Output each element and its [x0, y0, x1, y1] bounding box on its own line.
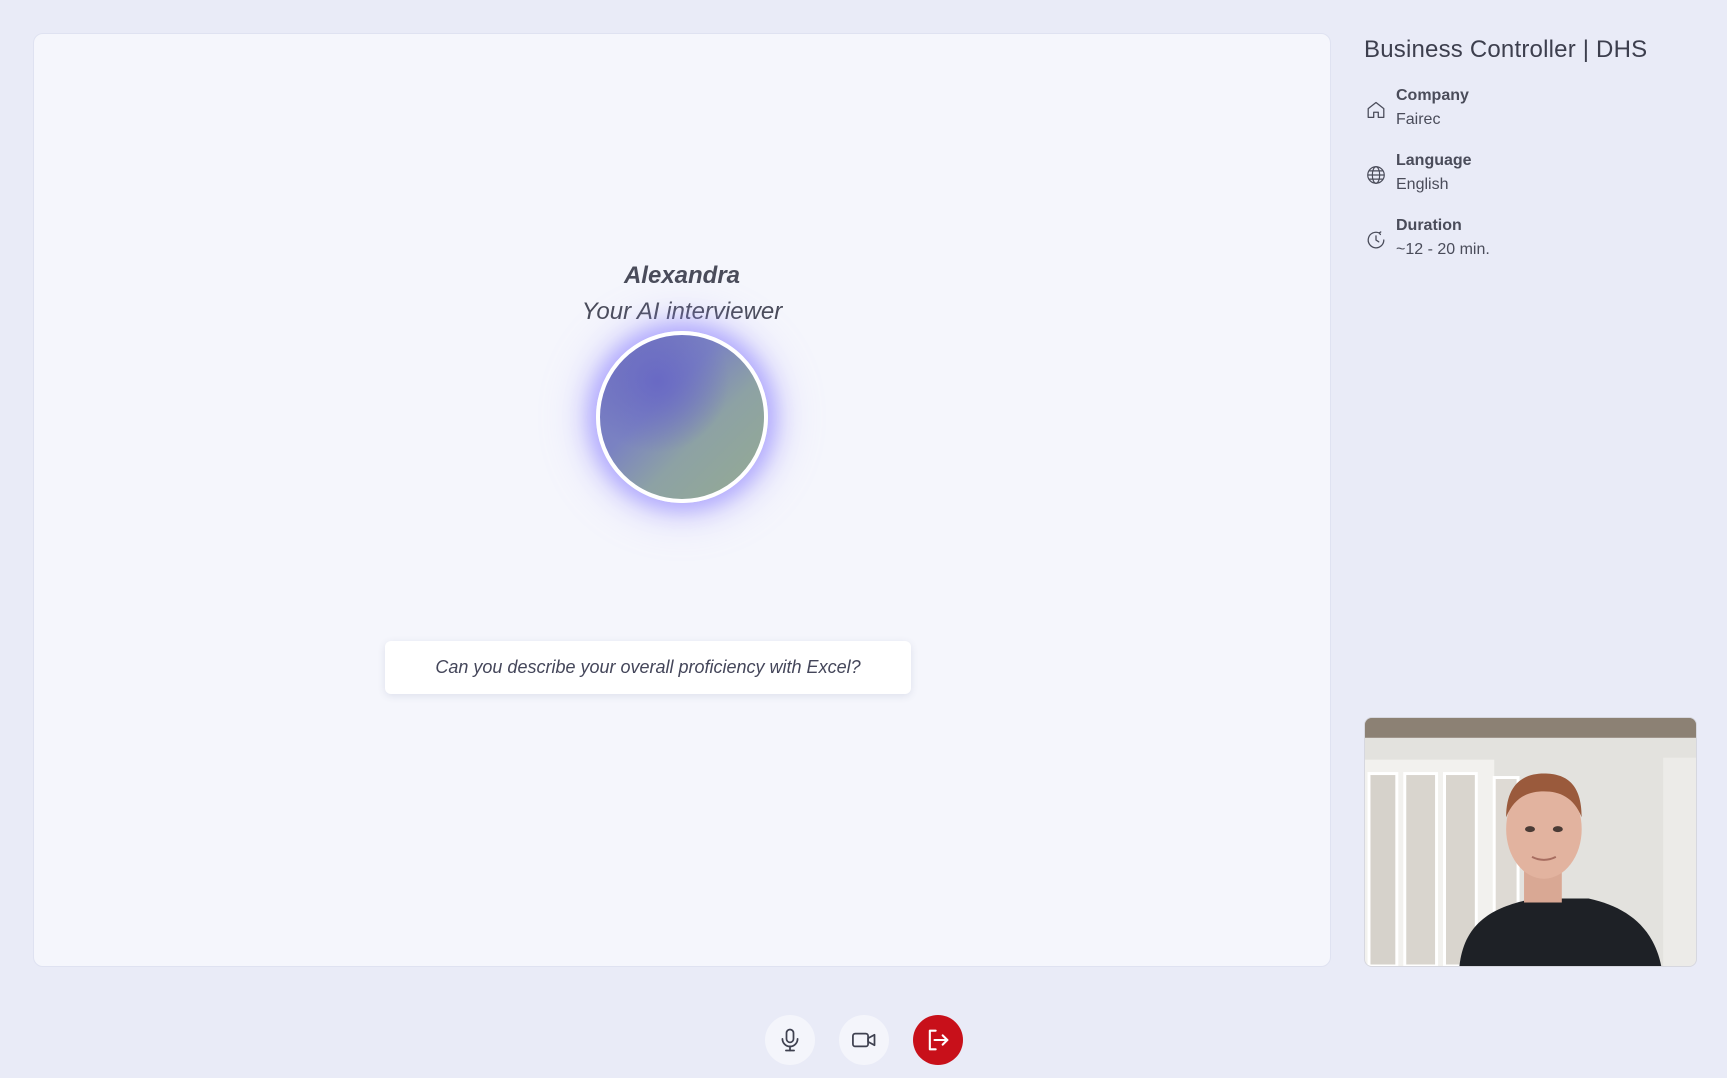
question-text: Can you describe your overall proficienc… — [435, 657, 861, 677]
globe-icon — [1364, 163, 1388, 187]
meta-label: Duration — [1396, 216, 1462, 234]
job-details-sidebar: Business Controller | DHS Company Fairec — [1364, 33, 1704, 279]
leave-interview-button[interactable] — [912, 1015, 963, 1065]
meta-company: Company Fairec — [1364, 84, 1704, 131]
meta-label: Company — [1396, 86, 1469, 104]
meta-value: English — [1396, 175, 1449, 193]
self-camera-preview — [1364, 717, 1697, 967]
meta-value: Fairec — [1396, 110, 1441, 128]
meta-label: Language — [1396, 151, 1472, 169]
job-meta-list: Company Fairec Language English Duration… — [1364, 84, 1704, 261]
interviewer-name: Alexandra — [623, 262, 741, 289]
leave-icon — [928, 1029, 948, 1051]
home-icon — [1364, 98, 1388, 122]
microphone-icon — [781, 1028, 798, 1052]
camera-button[interactable] — [838, 1015, 889, 1065]
clock-history-icon — [1364, 228, 1388, 252]
call-controls — [0, 1015, 1727, 1065]
interviewer-role: Your AI interviewer — [581, 298, 783, 325]
interviewer-stage: Alexandra Your AI interviewer — [33, 33, 1331, 967]
meta-language: Language English — [1364, 149, 1704, 196]
question-caption: Can you describe your overall proficienc… — [385, 641, 911, 694]
meta-value: ~12 - 20 min. — [1396, 240, 1490, 258]
video-camera-icon — [851, 1032, 875, 1048]
ai-interviewer-orb — [596, 331, 768, 503]
meta-duration: Duration ~12 - 20 min. — [1364, 214, 1704, 261]
microphone-button[interactable] — [764, 1015, 815, 1065]
job-title: Business Controller | DHS — [1364, 36, 1648, 63]
